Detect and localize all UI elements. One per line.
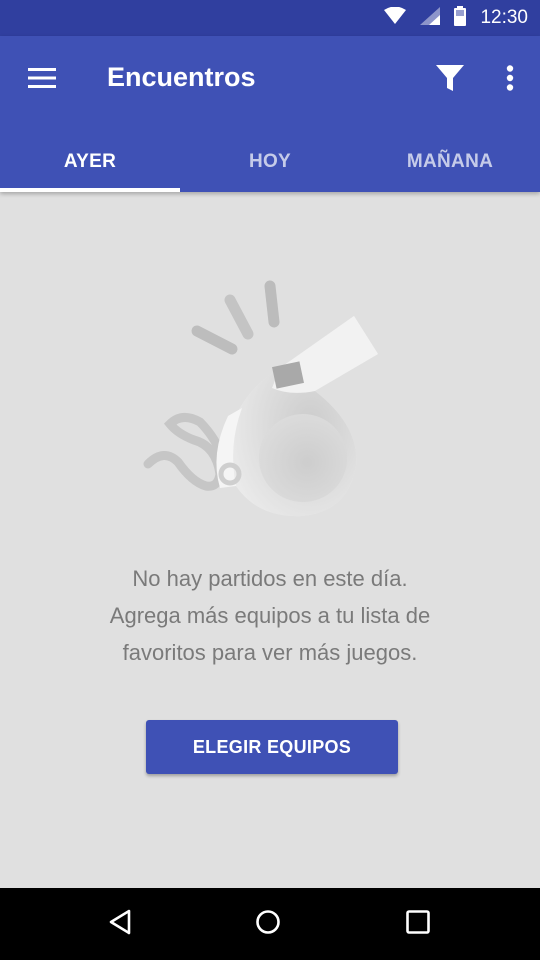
tab-manana[interactable]: MAÑANA bbox=[360, 132, 540, 192]
home-icon bbox=[255, 909, 281, 940]
empty-line-1: No hay partidos en este día. bbox=[132, 566, 408, 591]
wifi-icon bbox=[384, 6, 407, 30]
home-button[interactable] bbox=[238, 900, 298, 948]
status-bar: 12:30 bbox=[0, 0, 540, 36]
recents-icon bbox=[405, 909, 431, 940]
recents-button[interactable] bbox=[388, 900, 448, 948]
hamburger-menu-icon bbox=[28, 67, 56, 93]
more-vert-icon bbox=[506, 64, 514, 96]
cell-signal-icon bbox=[420, 6, 441, 30]
whistle-illustration bbox=[140, 276, 380, 526]
menu-button[interactable] bbox=[18, 58, 66, 102]
empty-line-2: Agrega más equipos a tu lista de bbox=[109, 603, 431, 628]
choose-teams-button[interactable]: ELEGIR EQUIPOS bbox=[146, 720, 398, 774]
tab-hoy[interactable]: HOY bbox=[180, 132, 360, 192]
back-icon bbox=[107, 909, 133, 940]
filter-button[interactable] bbox=[428, 56, 472, 104]
battery-icon bbox=[454, 5, 467, 31]
system-nav-bar bbox=[0, 888, 540, 960]
tab-ayer[interactable]: AYER bbox=[0, 132, 180, 192]
empty-state-message: No hay partidos en este día. Agrega más … bbox=[40, 560, 500, 671]
status-clock: 12:30 bbox=[480, 7, 528, 28]
more-options-button[interactable] bbox=[490, 56, 530, 104]
back-button[interactable] bbox=[90, 900, 150, 948]
app-bar: Encuentros AYER HOY MAÑANA bbox=[0, 36, 540, 192]
status-icons: 12:30 bbox=[384, 0, 528, 36]
filter-icon bbox=[435, 63, 465, 98]
page-title: Encuentros bbox=[107, 62, 256, 92]
day-tabs: AYER HOY MAÑANA bbox=[0, 132, 540, 192]
empty-line-3: favoritos para ver más juegos. bbox=[122, 640, 418, 665]
